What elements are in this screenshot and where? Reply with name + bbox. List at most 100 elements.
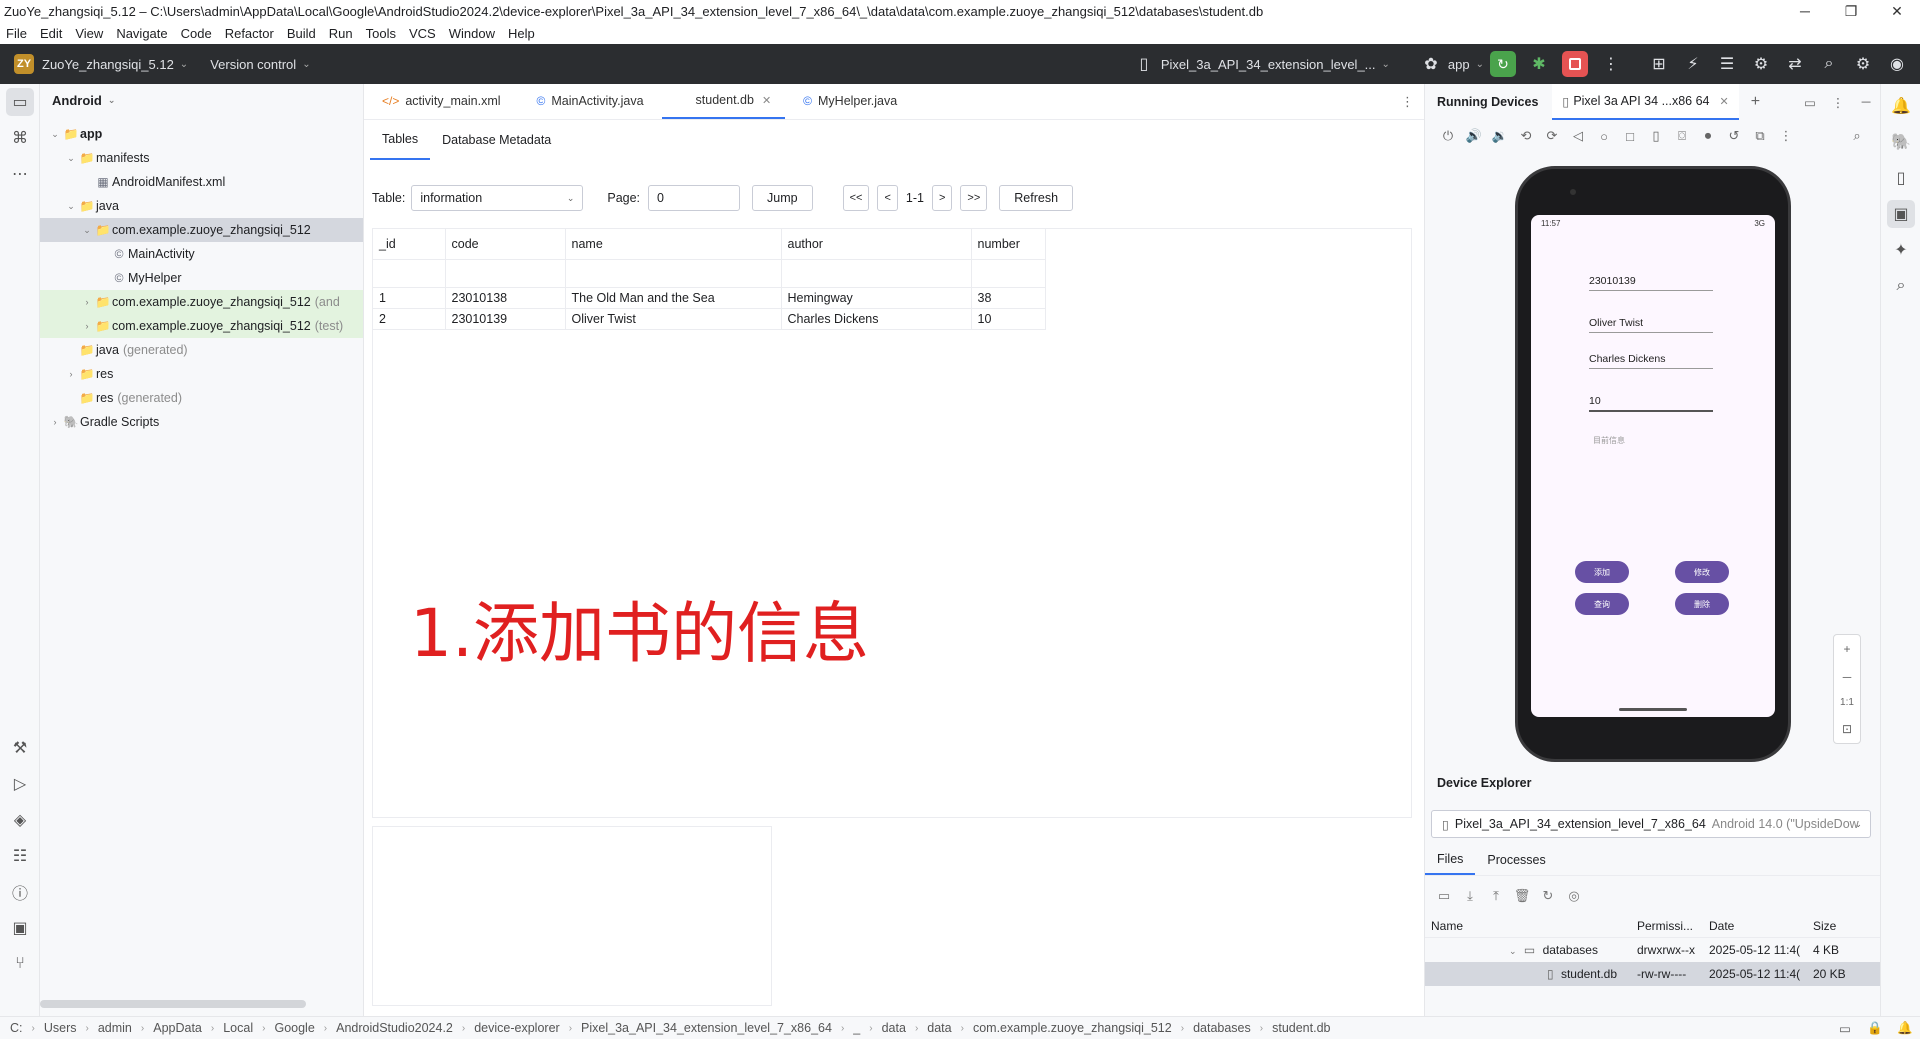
device-selector[interactable]: Pixel_3a_API_34_extension_level_... [1161, 57, 1376, 72]
rotate-left-icon[interactable]: ⟲ [1513, 128, 1539, 144]
app-quality-icon[interactable]: ◈ [0, 802, 40, 838]
breadcrumb-item[interactable]: C: [10, 1021, 23, 1035]
device-explorer-device-select[interactable]: ▯ Pixel_3a_API_34_extension_level_7_x86_… [1431, 810, 1871, 838]
chevron-right-icon[interactable]: › [64, 369, 78, 379]
debug-icon[interactable]: ✱ [1522, 54, 1556, 74]
subtab-database-metadata[interactable]: Database Metadata [430, 120, 563, 160]
sync-gradle-icon[interactable]: ⊞ [1642, 54, 1676, 74]
column-header[interactable]: Permissi... [1631, 919, 1703, 933]
chevron-down-icon[interactable]: ⌄ [48, 129, 62, 140]
add-button[interactable]: 添加 [1575, 561, 1629, 583]
cell[interactable]: Hemingway [781, 287, 972, 309]
version-control-menu[interactable]: Version control [210, 57, 296, 72]
device-manager-icon[interactable]: ▯ [1881, 160, 1920, 196]
delete-icon[interactable]: 🗑 [1509, 888, 1535, 904]
close-icon[interactable]: ✕ [1720, 95, 1729, 108]
tree-item[interactable]: 📁 java (generated) [40, 338, 363, 362]
jump-button[interactable]: Jump [752, 185, 813, 211]
subtab-tables[interactable]: Tables [370, 120, 431, 160]
minimize-icon[interactable]: ─ [1782, 3, 1828, 19]
number-field[interactable]: 10 [1589, 395, 1713, 412]
tree-item[interactable]: ⌄ 📁 java [40, 194, 363, 218]
menu-window[interactable]: Window [449, 26, 495, 41]
device-screen[interactable]: 11:57 3G 23010139 Oliver Twist Charles D… [1531, 215, 1775, 717]
column-header[interactable]: author [781, 229, 972, 260]
table-select[interactable]: information ⌄ [411, 185, 584, 211]
column-header[interactable]: Date [1703, 919, 1807, 933]
tree-item[interactable]: ▦ AndroidManifest.xml [40, 170, 363, 194]
code-field[interactable]: 23010139 [1589, 275, 1713, 291]
more-icon[interactable]: ⋮ [1773, 128, 1799, 144]
tree-item[interactable]: © MainActivity [40, 242, 363, 266]
page-input[interactable]: 0 [648, 185, 741, 211]
tab-files[interactable]: Files [1425, 844, 1476, 875]
breadcrumb-item[interactable]: student.db [1272, 1021, 1330, 1035]
run-tool-icon[interactable]: ▷ [0, 766, 40, 802]
cell[interactable]: 38 [971, 287, 1046, 309]
file-row[interactable]: ▯ student.db -rw-rw---- 2025-05-12 11:4(… [1425, 962, 1881, 986]
fold-icon[interactable]: ▯ [1643, 128, 1669, 144]
terminal-icon[interactable]: ▣ [0, 910, 40, 946]
more-icon[interactable]: ⋮ [1401, 94, 1414, 110]
inspect-icon[interactable]: ⌕ [1844, 128, 1870, 144]
chevron-right-icon[interactable]: › [80, 297, 94, 307]
column-header[interactable]: code [445, 229, 566, 260]
build-icon[interactable]: ⚒ [0, 730, 40, 766]
breadcrumb-item[interactable]: data [927, 1021, 951, 1035]
memory-icon[interactable]: ▭ [1830, 1021, 1860, 1036]
volume-down-icon[interactable]: 🔉 [1487, 128, 1513, 144]
lock-icon[interactable]: 🔒 [1860, 1021, 1890, 1036]
breadcrumb-item[interactable]: Google [274, 1021, 314, 1035]
tree-item[interactable]: › 📁 com.example.zuoye_zhangsiqi_512 (and [40, 290, 363, 314]
menu-code[interactable]: Code [181, 26, 212, 41]
breadcrumb-item[interactable]: device-explorer [474, 1021, 559, 1035]
tab-activity-main[interactable]: </> activity_main.xml [364, 83, 519, 119]
notifications-icon[interactable]: 🔔 [1890, 1021, 1920, 1036]
next-page-button[interactable]: > [931, 185, 953, 211]
close-icon[interactable]: ✕ [1874, 3, 1920, 20]
cell[interactable]: The Old Man and the Sea [565, 287, 782, 309]
logcat-icon[interactable]: ☷ [0, 838, 40, 874]
more-icon[interactable]: ⋮ [1594, 54, 1628, 74]
problems-icon[interactable]: ⓘ [0, 874, 40, 910]
name-field[interactable]: Oliver Twist [1589, 317, 1713, 333]
filter-row[interactable] [373, 259, 1046, 288]
column-header[interactable]: Name [1425, 919, 1631, 933]
zoom-actual-size[interactable]: 1:1 [1840, 697, 1854, 708]
cell[interactable]: Oliver Twist [565, 308, 782, 330]
menu-navigate[interactable]: Navigate [116, 26, 167, 41]
back-icon[interactable]: ◁ [1565, 128, 1591, 144]
cell[interactable]: Charles Dickens [781, 308, 972, 330]
first-page-button[interactable]: << [842, 185, 870, 211]
account-icon[interactable]: ◉ [1880, 54, 1914, 74]
project-view-selector[interactable]: Android ⌄ [40, 84, 363, 116]
cell[interactable]: 23010138 [445, 287, 566, 309]
settings-icon[interactable]: ⚙ [1846, 54, 1880, 74]
screenshot-icon[interactable]: ⌼ [1669, 128, 1695, 144]
menu-build[interactable]: Build [287, 26, 316, 41]
table-row[interactable]: 2 23010139 Oliver Twist Charles Dickens … [373, 308, 1046, 330]
breadcrumb-item[interactable]: AndroidStudio2024.2 [336, 1021, 453, 1035]
tree-item[interactable]: ⌄ 📁 manifests [40, 146, 363, 170]
zoom-in-icon[interactable]: + [1843, 642, 1850, 656]
tree-item[interactable]: ⌄ 📁 app [40, 122, 363, 146]
menu-tools[interactable]: Tools [366, 26, 396, 41]
volume-up-icon[interactable]: 🔊 [1461, 128, 1487, 144]
rotate-right-icon[interactable]: ⟳ [1539, 128, 1565, 144]
upload-icon[interactable]: ⤒ [1483, 888, 1509, 904]
project-name[interactable]: ZuoYe_zhangsiqi_5.12 [42, 57, 174, 72]
column-header[interactable]: name [565, 229, 782, 260]
resource-manager-icon[interactable]: ⌘ [0, 120, 40, 156]
tree-item[interactable]: › 📁 res [40, 362, 363, 386]
snapshot-icon[interactable]: ⧉ [1747, 128, 1773, 144]
prev-page-button[interactable]: < [877, 185, 898, 211]
device-tab[interactable]: ▯ Pixel 3a API 34 ...x86 64 ✕ [1552, 84, 1739, 120]
search-icon[interactable]: ⌕ [1812, 55, 1846, 73]
tree-item[interactable]: › 🐘 Gradle Scripts [40, 410, 363, 434]
chevron-down-icon[interactable]: ⌄ [64, 153, 78, 164]
tree-item[interactable]: › 📁 com.example.zuoye_zhangsiqi_512 (test) [40, 314, 363, 338]
menu-run[interactable]: Run [329, 26, 353, 41]
more-tools-icon[interactable]: ⋯ [0, 156, 40, 192]
screen-record-icon[interactable]: ⏺ [1695, 128, 1721, 144]
horizontal-scrollbar[interactable] [40, 1000, 306, 1008]
